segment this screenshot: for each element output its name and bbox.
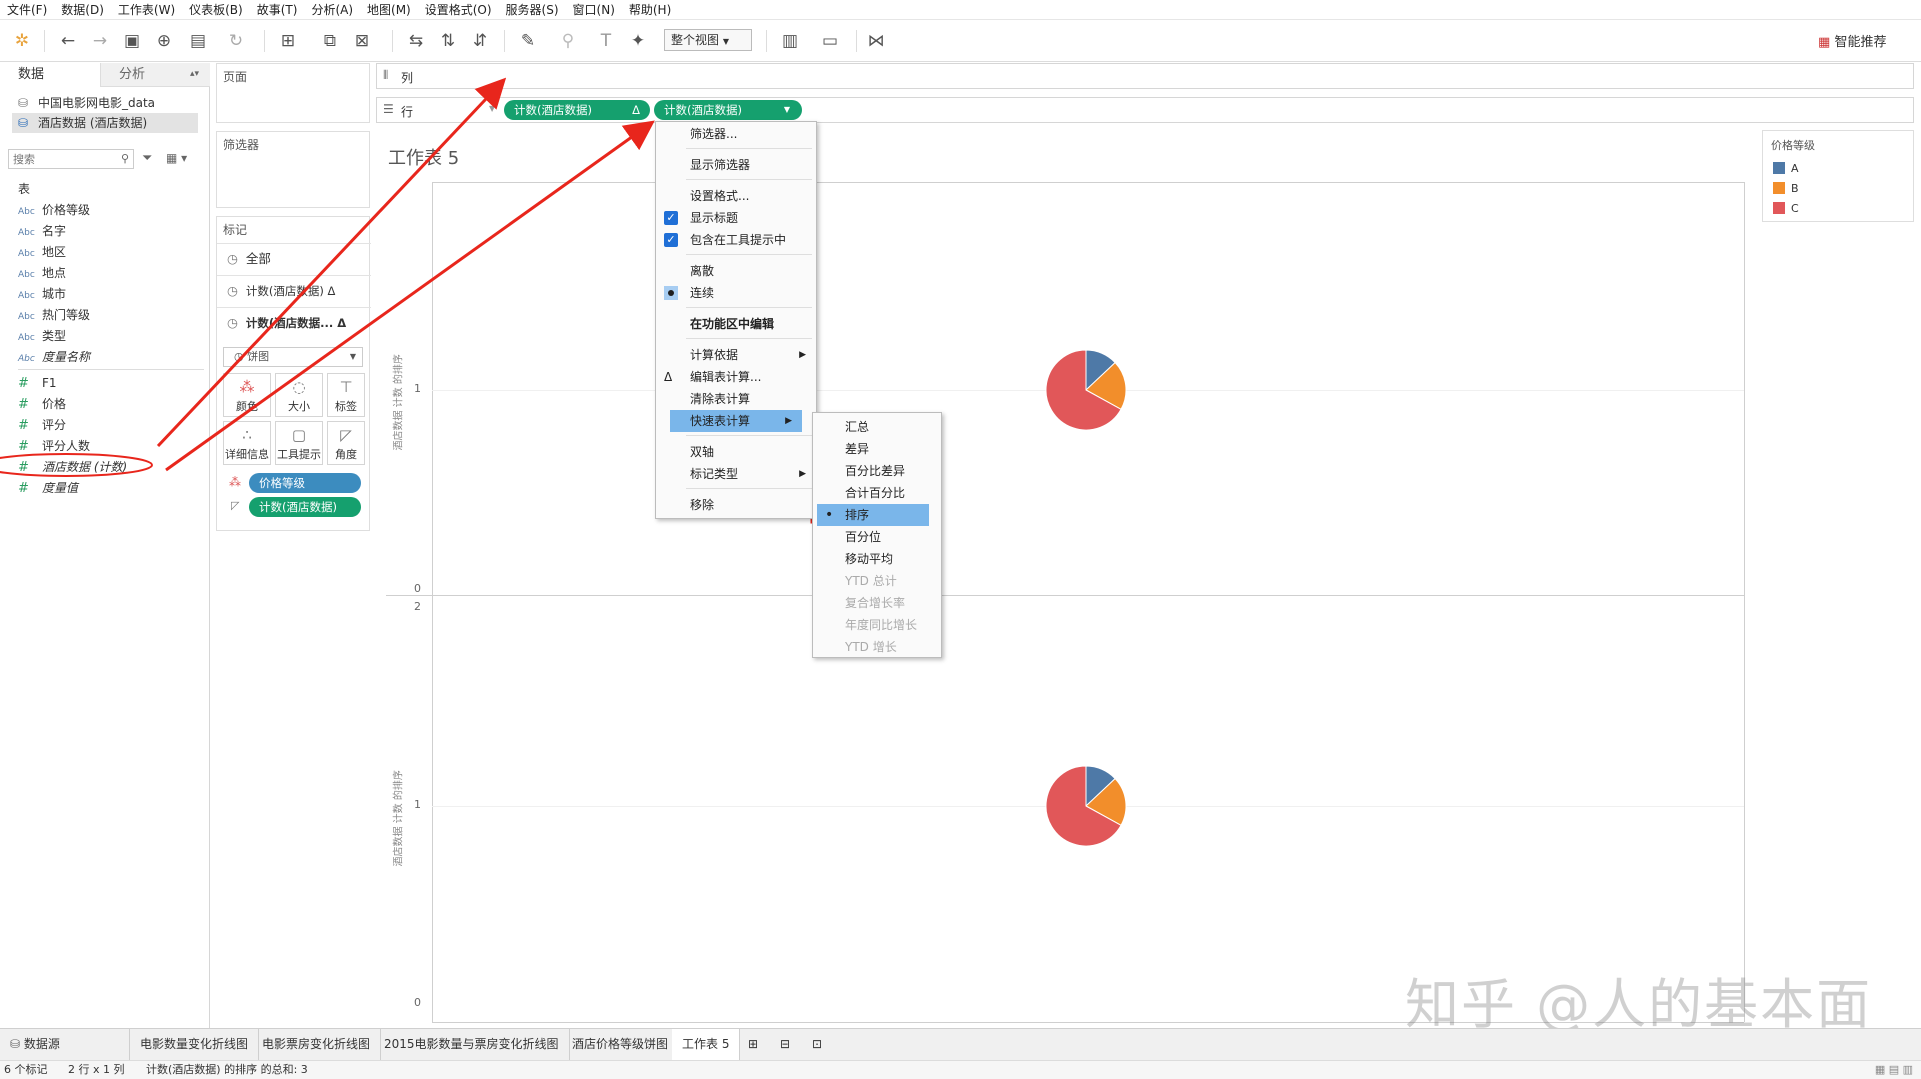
tab-sheet[interactable]: 电影票房变化折线图 <box>252 1029 382 1060</box>
menu-item-edit-table-calc[interactable]: Δ 编辑表计算... <box>656 366 816 388</box>
quick-table-calc-submenu: 汇总 差异 百分比差异 合计百分比 • 排序 百分位 移动平均 YTD 总计 复合… <box>812 412 942 658</box>
menu-item-label: 计算依据 <box>690 348 739 362</box>
view-switch-icons[interactable]: ▦ ▤ ▥ <box>1875 1061 1913 1079</box>
menu-item-label: 显示标题 <box>690 211 739 225</box>
datasource-icon: ⛁ <box>10 1037 21 1051</box>
menu-item-remove[interactable]: 移除 <box>656 494 816 516</box>
status-marks: 6 个标记 <box>4 1063 48 1076</box>
submenu-item-running-total[interactable]: 汇总 <box>813 416 941 438</box>
submenu-item-percent-difference[interactable]: 百分比差异 <box>813 460 941 482</box>
tab-sheet[interactable]: 2015电影数量与票房变化折线图 <box>374 1029 570 1060</box>
menu-item-label: 编辑表计算... <box>690 370 762 384</box>
tab-sheet[interactable]: 酒店价格等级饼图 <box>562 1029 680 1060</box>
submenu-item-ytd-growth[interactable]: YTD 增长 <box>813 636 941 658</box>
checkmark-icon: ✓ <box>664 233 678 247</box>
menu-item-mark-type[interactable]: 标记类型 ▶ <box>656 463 816 485</box>
annotation-ellipse <box>0 453 153 477</box>
annotation-arrow <box>156 77 507 448</box>
new-worksheet-tab-icon[interactable]: ⊞ <box>738 1029 768 1060</box>
menu-item-label: 快速表计算 <box>690 414 751 428</box>
tab-sheet-active[interactable]: 工作表 5 <box>672 1029 741 1060</box>
submenu-arrow-icon: ▶ <box>785 416 792 426</box>
tab-data-source[interactable]: ⛁ 数据源 <box>0 1029 130 1060</box>
menu-item-compute-using[interactable]: 计算依据 ▶ <box>656 344 816 366</box>
submenu-item-difference[interactable]: 差异 <box>813 438 941 460</box>
menu-item-format[interactable]: 设置格式... <box>656 185 816 207</box>
submenu-item-moving-average[interactable]: 移动平均 <box>813 548 941 570</box>
radio-dot-icon <box>664 286 678 300</box>
status-sum: 计数(酒店数据) 的排序 的总和: 3 <box>146 1063 308 1076</box>
menu-item-discrete[interactable]: 离散 <box>656 260 816 282</box>
new-story-tab-icon[interactable]: ⊡ <box>802 1029 832 1060</box>
delta-icon: Δ <box>664 370 673 384</box>
submenu-item-cagr[interactable]: 复合增长率 <box>813 592 941 614</box>
new-dashboard-tab-icon[interactable]: ⊟ <box>770 1029 800 1060</box>
submenu-arrow-icon: ▶ <box>799 350 806 360</box>
menu-item-clear-table-calc[interactable]: 清除表计算 <box>656 388 816 410</box>
submenu-item-yoy-growth[interactable]: 年度同比增长 <box>813 614 941 636</box>
menu-item-label: 排序 <box>845 508 870 522</box>
submenu-arrow-icon: ▶ <box>799 469 806 479</box>
tab-label: 数据源 <box>23 1037 60 1051</box>
menu-item-label: 连续 <box>690 286 715 300</box>
menu-item-quick-table-calc[interactable]: 快速表计算 ▶ <box>670 410 802 432</box>
menu-item-dual-axis[interactable]: 双轴 <box>656 441 816 463</box>
pill-context-menu: 筛选器... 显示筛选器 设置格式... ✓ 显示标题 ✓ 包含在工具提示中 离散 … <box>655 121 817 519</box>
annotation-arrow <box>165 120 655 472</box>
checkmark-icon: ✓ <box>664 211 678 225</box>
menu-item-label: 包含在工具提示中 <box>690 233 787 247</box>
status-bar: 6 个标记 2 行 x 1 列 计数(酒店数据) 的排序 的总和: 3 ▦ ▤ … <box>0 1060 1921 1079</box>
menu-item-label: 标记类型 <box>690 467 739 481</box>
selected-dot-icon: • <box>825 507 834 523</box>
menu-item-continuous[interactable]: 连续 <box>656 282 816 304</box>
status-grid: 2 行 x 1 列 <box>68 1063 125 1076</box>
annotation-overlay <box>0 77 934 524</box>
menu-item-edit-in-shelf[interactable]: 在功能区中编辑 <box>656 313 816 335</box>
menu-item-filter[interactable]: 筛选器... <box>656 123 816 145</box>
menu-item-show-filter[interactable]: 显示筛选器 <box>656 154 816 176</box>
menu-item-show-header[interactable]: ✓ 显示标题 <box>656 207 816 229</box>
submenu-item-percentile[interactable]: 百分位 <box>813 526 941 548</box>
submenu-item-rank[interactable]: • 排序 <box>817 504 929 526</box>
sheet-tabs-bar: ⛁ 数据源 电影数量变化折线图 电影票房变化折线图 2015电影数量与票房变化折… <box>0 1028 1921 1060</box>
menu-item-include-tooltip[interactable]: ✓ 包含在工具提示中 <box>656 229 816 251</box>
tab-sheet[interactable]: 电影数量变化折线图 <box>130 1029 260 1060</box>
submenu-item-ytd-total[interactable]: YTD 总计 <box>813 570 941 592</box>
submenu-item-percent-of-total[interactable]: 合计百分比 <box>813 482 941 504</box>
